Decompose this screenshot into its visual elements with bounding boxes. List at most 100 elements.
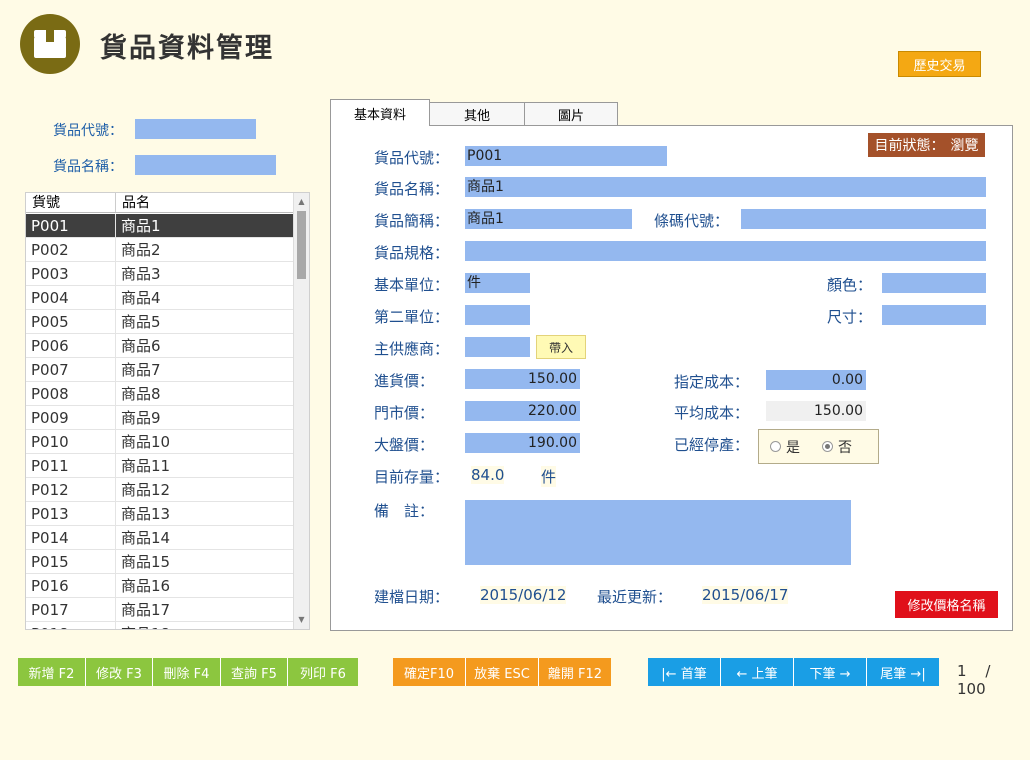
spec-field[interactable] (465, 241, 986, 261)
row-name: 商品16 (121, 577, 171, 595)
column-header-name[interactable]: 品名 (116, 193, 150, 212)
edit-button[interactable]: 修改 F3 (86, 658, 153, 686)
table-row[interactable]: P014 商品14 (26, 526, 294, 550)
scroll-thumb[interactable] (297, 211, 306, 279)
history-button[interactable]: 歷史交易 (898, 51, 981, 77)
tab-image[interactable]: 圖片 (524, 102, 618, 126)
radio-no[interactable] (822, 441, 833, 452)
query-button[interactable]: 查詢 F5 (221, 658, 288, 686)
search-name-label: 貨品名稱： (53, 159, 123, 175)
radio-no-label[interactable]: 否 (838, 437, 852, 457)
row-code: P003 (26, 262, 116, 285)
rename-price-button[interactable]: 修改價格名稱 (895, 591, 998, 618)
pager-separator: / (985, 662, 991, 680)
note-field[interactable] (465, 500, 851, 565)
short-name-label: 貨品簡稱： (374, 212, 450, 230)
unit-label: 基本單位： (374, 276, 450, 294)
prev-record-button[interactable]: ← 上筆 (721, 658, 794, 686)
add-button[interactable]: 新增 F2 (18, 658, 86, 686)
color-label: 顏色： (827, 276, 873, 294)
table-row[interactable]: P015 商品15 (26, 550, 294, 574)
wholesale-price-label: 大盤價： (374, 436, 435, 454)
purchase-price-field[interactable]: 150.00 (465, 369, 580, 389)
size-field[interactable] (882, 305, 986, 325)
table-row[interactable]: P016 商品16 (26, 574, 294, 598)
supplier-field[interactable] (465, 337, 530, 357)
table-row[interactable]: P012 商品12 (26, 478, 294, 502)
retail-price-label: 門市價： (374, 404, 435, 422)
color-field[interactable] (882, 273, 986, 293)
table-row[interactable]: P002 商品2 (26, 238, 294, 262)
stock-value: 84.0 (471, 466, 505, 484)
updated-date-label: 最近更新： (597, 588, 673, 606)
row-name: 商品2 (121, 241, 161, 259)
last-record-button[interactable]: 尾筆 →| (867, 658, 939, 686)
pager-total: 100 (957, 680, 986, 698)
confirm-button[interactable]: 確定F10 (393, 658, 466, 686)
search-code-input[interactable] (135, 119, 256, 139)
list-header: 貨號 品名 (26, 193, 296, 213)
column-header-code[interactable]: 貨號 (26, 193, 116, 212)
unit2-field[interactable] (465, 305, 530, 325)
created-date-label: 建檔日期： (374, 588, 450, 606)
print-button[interactable]: 列印 F6 (288, 658, 358, 686)
row-code: P007 (26, 358, 116, 381)
next-record-button[interactable]: 下筆 → (794, 658, 867, 686)
delete-button[interactable]: 刪除 F4 (153, 658, 221, 686)
radio-yes-label[interactable]: 是 (786, 437, 800, 457)
wholesale-price-field[interactable]: 190.00 (465, 433, 580, 453)
row-code: P011 (26, 454, 116, 477)
cancel-button[interactable]: 放棄 ESC (466, 658, 539, 686)
tab-basic[interactable]: 基本資料 (330, 99, 430, 126)
row-code: P010 (26, 430, 116, 453)
status-badge: 目前狀態： 瀏覽 (868, 133, 985, 157)
pager: 1 / 100 (957, 662, 1030, 698)
table-row[interactable]: P004 商品4 (26, 286, 294, 310)
table-row[interactable]: P006 商品6 (26, 334, 294, 358)
retail-price-field[interactable]: 220.00 (465, 401, 580, 421)
avg-cost-label: 平均成本： (674, 404, 750, 422)
row-name: 商品3 (121, 265, 161, 283)
fixed-cost-field[interactable]: 0.00 (766, 370, 866, 390)
row-code: P014 (26, 526, 116, 549)
table-row[interactable]: P018商品18 (26, 622, 294, 629)
table-row[interactable]: P017 商品17 (26, 598, 294, 622)
radio-yes[interactable] (770, 441, 781, 452)
row-code: P002 (26, 238, 116, 261)
list-scrollbar[interactable]: ▲ ▼ (293, 193, 309, 629)
barcode-field[interactable] (741, 209, 986, 229)
code-field[interactable]: P001 (465, 146, 667, 166)
purchase-price-label: 進貨價： (374, 372, 435, 390)
first-record-button[interactable]: |← 首筆 (648, 658, 721, 686)
box-icon (34, 30, 66, 58)
table-row[interactable]: P001 商品1 (26, 214, 294, 238)
table-row[interactable]: P003 商品3 (26, 262, 294, 286)
tab-other[interactable]: 其他 (429, 102, 525, 126)
row-code: P018 (26, 622, 116, 629)
table-row[interactable]: P008 商品8 (26, 382, 294, 406)
row-name: 商品8 (121, 385, 161, 403)
short-name-field[interactable]: 商品1 (465, 209, 632, 229)
table-row[interactable]: P007 商品7 (26, 358, 294, 382)
row-code: P008 (26, 382, 116, 405)
row-code: P006 (26, 334, 116, 357)
table-row[interactable]: P011 商品11 (26, 454, 294, 478)
table-row[interactable]: P005 商品5 (26, 310, 294, 334)
unit-field[interactable]: 件 (465, 273, 530, 293)
row-code: P016 (26, 574, 116, 597)
search-name-input[interactable] (135, 155, 276, 175)
app-icon (20, 14, 80, 74)
name-field[interactable]: 商品1 (465, 177, 986, 197)
row-code: P013 (26, 502, 116, 525)
row-code: P005 (26, 310, 116, 333)
row-code: P017 (26, 598, 116, 621)
row-code: P012 (26, 478, 116, 501)
table-row[interactable]: P009 商品9 (26, 406, 294, 430)
scroll-down-icon[interactable]: ▼ (294, 613, 309, 627)
exit-button[interactable]: 離開 F12 (539, 658, 611, 686)
table-row[interactable]: P010 商品10 (26, 430, 294, 454)
scroll-up-icon[interactable]: ▲ (294, 195, 309, 209)
import-button[interactable]: 帶入 (536, 335, 586, 359)
table-row[interactable]: P013 商品13 (26, 502, 294, 526)
row-name: 商品1 (121, 217, 161, 235)
